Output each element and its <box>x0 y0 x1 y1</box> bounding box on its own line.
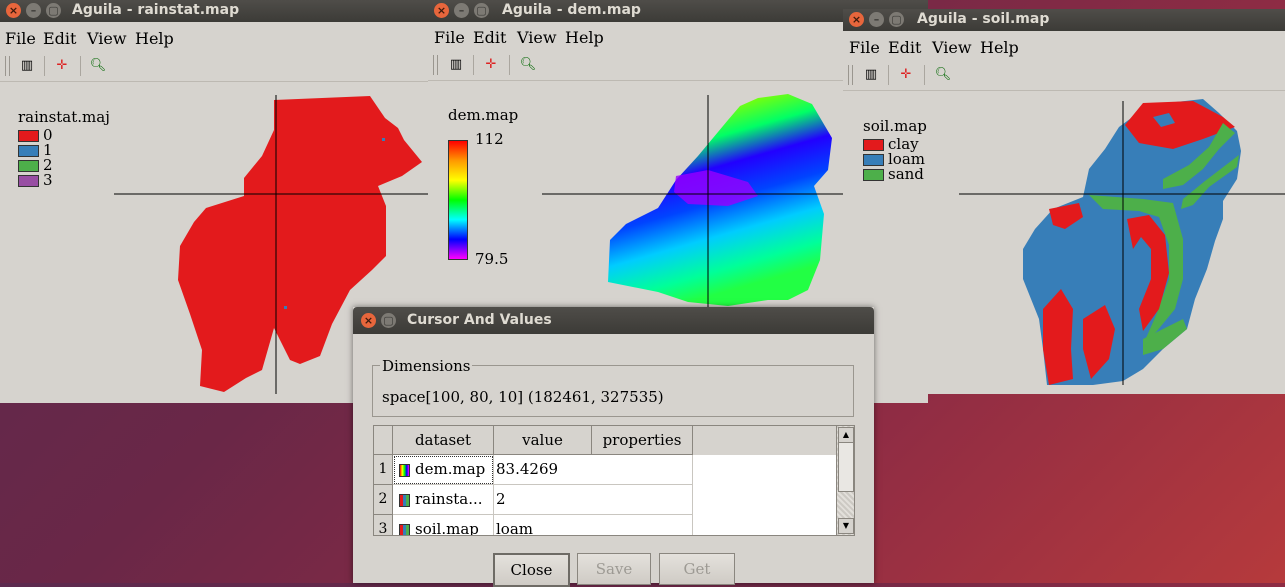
scroll-thumb[interactable] <box>838 442 854 492</box>
scroll-down-icon[interactable]: ▼ <box>838 518 854 534</box>
row-header[interactable]: 2 <box>374 485 393 515</box>
window-soil: × – ▢ Aguila - soil.map File Edit View H… <box>843 9 1285 394</box>
get-button[interactable]: Get <box>659 553 735 585</box>
rainstat-cell <box>284 306 287 309</box>
column-header-dataset[interactable]: dataset <box>393 426 494 455</box>
dialog-titlebar[interactable]: × ▢ Cursor And Values <box>353 307 874 334</box>
save-button[interactable]: Save <box>577 553 651 585</box>
properties-cell[interactable] <box>592 455 693 485</box>
row-header[interactable]: 1 <box>374 455 393 485</box>
corner-header <box>374 426 393 455</box>
column-header-value[interactable]: value <box>494 426 592 455</box>
dataset-cell[interactable]: dem.map <box>393 455 494 485</box>
column-header-properties[interactable]: properties <box>592 426 693 455</box>
vertical-scrollbar[interactable]: ▲ ▼ <box>836 426 854 535</box>
maximize-icon[interactable]: ▢ <box>381 313 396 328</box>
rainstat-cell <box>382 138 385 141</box>
colorbar-icon <box>399 463 410 477</box>
value-cell[interactable]: loam <box>494 515 594 535</box>
cursor-values-dialog: × ▢ Cursor And Values Dimensions space[1… <box>353 307 874 587</box>
properties-cell[interactable] <box>592 515 693 535</box>
close-icon[interactable]: × <box>361 313 376 328</box>
dataset-cell[interactable]: rainsta... <box>393 485 494 515</box>
dataset-cell[interactable]: soil.map <box>393 515 494 535</box>
properties-cell[interactable] <box>592 485 693 515</box>
map-canvas-soil[interactable] <box>843 9 1285 394</box>
values-table: dataset value properties 1 dem.map 83.42… <box>373 425 855 536</box>
dialog-title: Cursor And Values <box>407 312 552 328</box>
classes-icon <box>399 523 410 535</box>
dimensions-label: Dimensions <box>380 357 473 375</box>
dimensions-value: space[100, 80, 10] (182461, 327535) <box>382 388 664 406</box>
close-button[interactable]: Close <box>493 553 570 587</box>
value-cell[interactable]: 2 <box>494 485 594 515</box>
classes-icon <box>399 493 410 507</box>
value-cell[interactable]: 83.4269 <box>494 455 594 485</box>
scroll-up-icon[interactable]: ▲ <box>838 427 854 443</box>
row-header[interactable]: 3 <box>374 515 393 535</box>
